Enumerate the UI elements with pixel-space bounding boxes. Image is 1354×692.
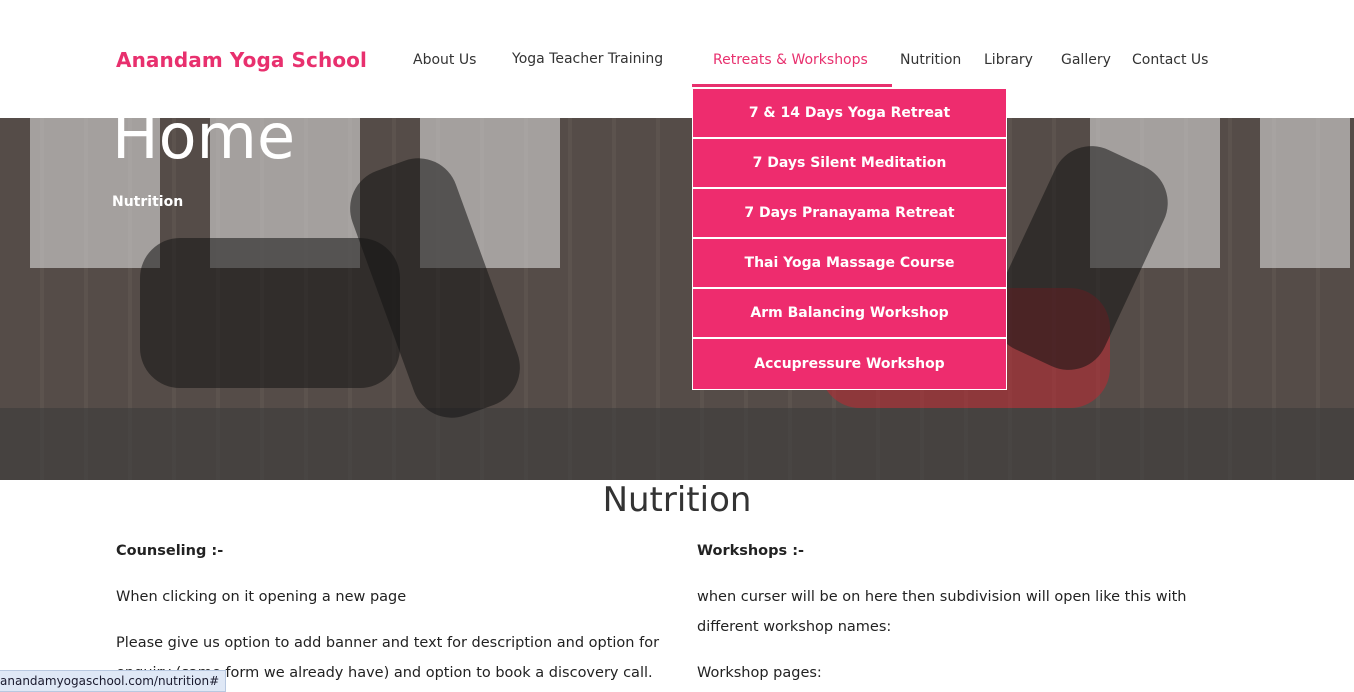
browser-status-url: anandamyogaschool.com/nutrition#	[0, 670, 227, 692]
site-logo[interactable]: Anandam Yoga School	[116, 48, 367, 72]
workshops-paragraph: Workshop pages:	[697, 665, 822, 681]
hero-breadcrumb: Nutrition	[112, 194, 184, 210]
nav-yoga-teacher-training[interactable]: Yoga Teacher Training	[512, 51, 663, 67]
counseling-heading: Counseling :-	[116, 543, 224, 559]
nav-gallery[interactable]: Gallery	[1061, 52, 1111, 68]
dropdown-item-silent-meditation[interactable]: 7 Days Silent Meditation	[693, 139, 1006, 189]
active-nav-indicator	[692, 84, 892, 87]
hero-floor	[0, 408, 1354, 480]
nav-library[interactable]: Library	[984, 52, 1033, 68]
site-header: Anandam Yoga School About Us Yoga Teache…	[0, 0, 1354, 118]
hero-figure	[140, 238, 400, 388]
nav-contact-us[interactable]: Contact Us	[1132, 52, 1208, 68]
dropdown-item-thai-yoga-massage[interactable]: Thai Yoga Massage Course	[693, 239, 1006, 289]
workshops-paragraph: when curser will be on here then subdivi…	[697, 589, 1187, 635]
hero-window	[1260, 118, 1350, 268]
counseling-paragraph: When clicking on it opening a new page	[116, 589, 407, 605]
workshops-column: Workshops :- when curser will be on here…	[697, 536, 1217, 692]
counseling-column: Counseling :- When clicking on it openin…	[116, 536, 671, 692]
dropdown-item-arm-balancing[interactable]: Arm Balancing Workshop	[693, 289, 1006, 339]
dropdown-item-yoga-retreat[interactable]: 7 & 14 Days Yoga Retreat	[693, 89, 1006, 139]
workshops-heading: Workshops :-	[697, 543, 805, 559]
nav-nutrition[interactable]: Nutrition	[900, 52, 961, 68]
dropdown-item-pranayama-retreat[interactable]: 7 Days Pranayama Retreat	[693, 189, 1006, 239]
nav-about-us[interactable]: About Us	[413, 52, 476, 68]
nav-retreats-workshops[interactable]: Retreats & Workshops	[713, 52, 868, 68]
section-title: Nutrition	[602, 480, 752, 520]
dropdown-item-accupressure[interactable]: Accupressure Workshop	[693, 339, 1006, 389]
retreats-dropdown-menu: 7 & 14 Days Yoga Retreat 7 Days Silent M…	[692, 88, 1007, 390]
